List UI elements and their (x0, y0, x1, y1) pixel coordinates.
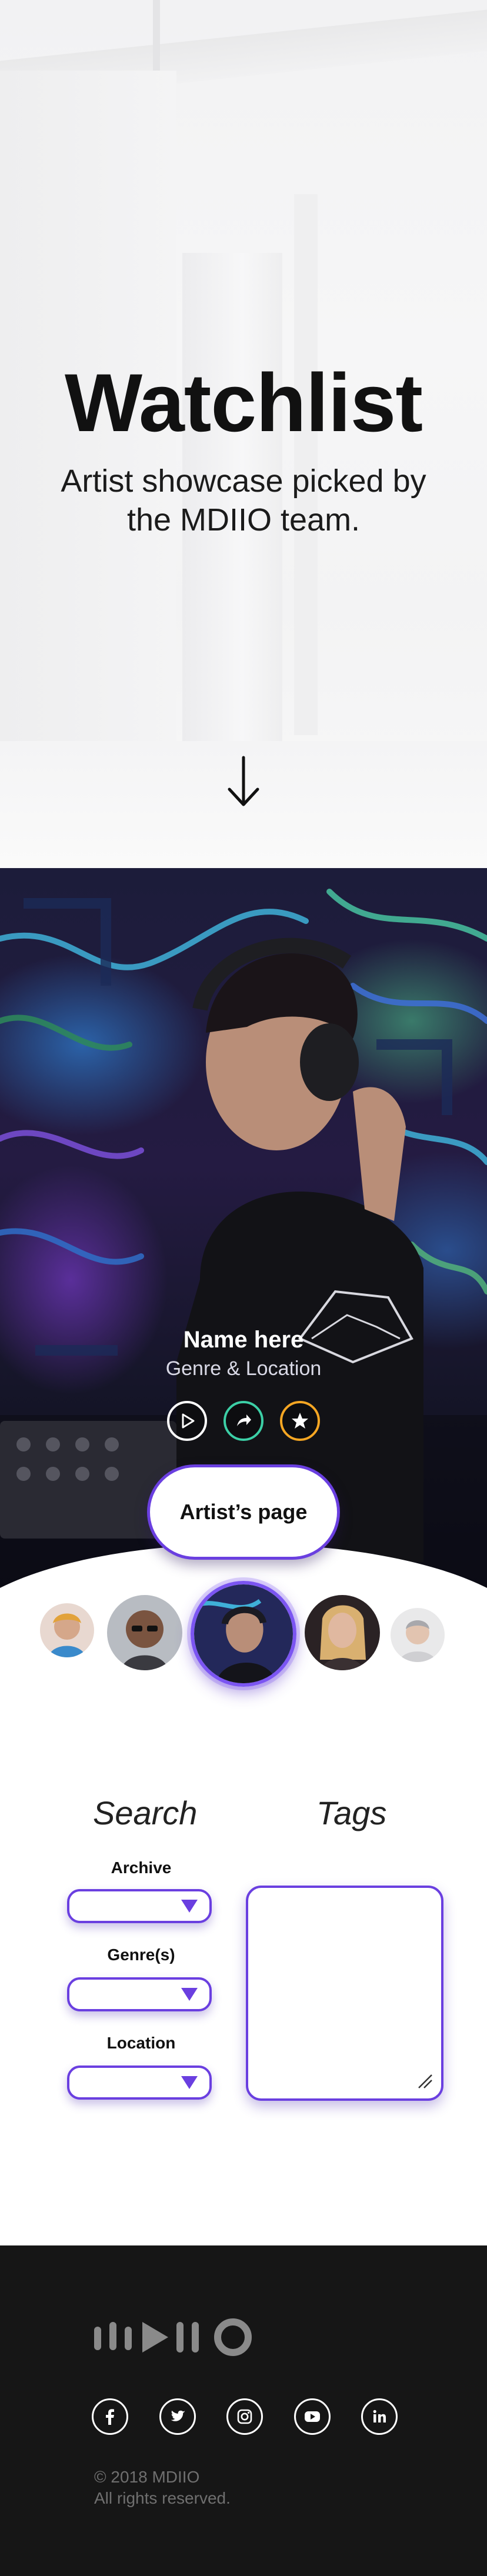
copyright: © 2018 MDIIO All rights reserved. (94, 2467, 231, 2509)
resize-grip-icon[interactable] (416, 2073, 433, 2089)
instagram-icon (237, 2409, 252, 2424)
page-subtitle: Artist showcase picked by the MDIIO team… (0, 462, 487, 539)
copyright-line-1: © 2018 MDIIO (94, 2468, 200, 2486)
subtitle-line-1: Artist showcase picked by (61, 463, 426, 499)
artist-genre-location: Genre & Location (165, 1357, 322, 1380)
play-button[interactable] (167, 1401, 207, 1441)
artist-avatar-2[interactable] (107, 1595, 182, 1670)
share-icon (237, 1414, 251, 1426)
tags-textarea[interactable] (246, 1886, 443, 2101)
artist-name: Name here (183, 1327, 304, 1353)
genre-label: Genre(s) (107, 1946, 175, 1964)
linkedin-link[interactable] (361, 2398, 398, 2435)
caret-down-icon (181, 1988, 198, 2001)
social-links (92, 2398, 398, 2440)
tags-heading: Tags (316, 1794, 387, 1831)
location-select[interactable] (67, 2066, 212, 2100)
share-button[interactable] (224, 1401, 263, 1441)
hero-section: Watchlist Artist showcase picked by the … (0, 0, 487, 868)
caret-down-icon (181, 2076, 198, 2089)
footer: © 2018 MDIIO All rights reserved. (0, 2245, 487, 2576)
youtube-icon (304, 2411, 320, 2422)
page-title: Watchlist (64, 356, 423, 449)
subtitle-line-2: the MDIIO team. (126, 502, 361, 538)
location-label: Location (106, 2034, 176, 2052)
artist-avatar-3-selected[interactable] (191, 1581, 296, 1687)
artist-page-button[interactable]: Artist’s page (147, 1464, 340, 1560)
search-heading: Search (93, 1794, 198, 1831)
star-icon (292, 1413, 308, 1429)
facebook-icon (106, 2409, 114, 2425)
twitter-icon (171, 2410, 185, 2421)
favorite-button[interactable] (280, 1401, 320, 1441)
artist-actions (167, 1401, 320, 1446)
play-icon (182, 1413, 195, 1429)
caret-down-icon (181, 1900, 198, 1913)
archive-label: Archive (111, 1858, 172, 1877)
linkedin-icon (373, 2410, 386, 2422)
arrow-down-icon[interactable] (226, 755, 261, 808)
genre-select[interactable] (67, 1977, 212, 2011)
artist-avatar-1[interactable] (40, 1603, 94, 1657)
artist-avatar-4[interactable] (305, 1595, 380, 1670)
mdiio-logo[interactable] (94, 2316, 255, 2358)
artist-avatar-5[interactable] (391, 1608, 445, 1662)
archive-select[interactable] (67, 1889, 212, 1923)
facebook-link[interactable] (92, 2398, 128, 2435)
copyright-line-2: All rights reserved. (94, 2489, 231, 2507)
instagram-link[interactable] (226, 2398, 263, 2435)
twitter-link[interactable] (159, 2398, 196, 2435)
youtube-link[interactable] (293, 2398, 331, 2435)
